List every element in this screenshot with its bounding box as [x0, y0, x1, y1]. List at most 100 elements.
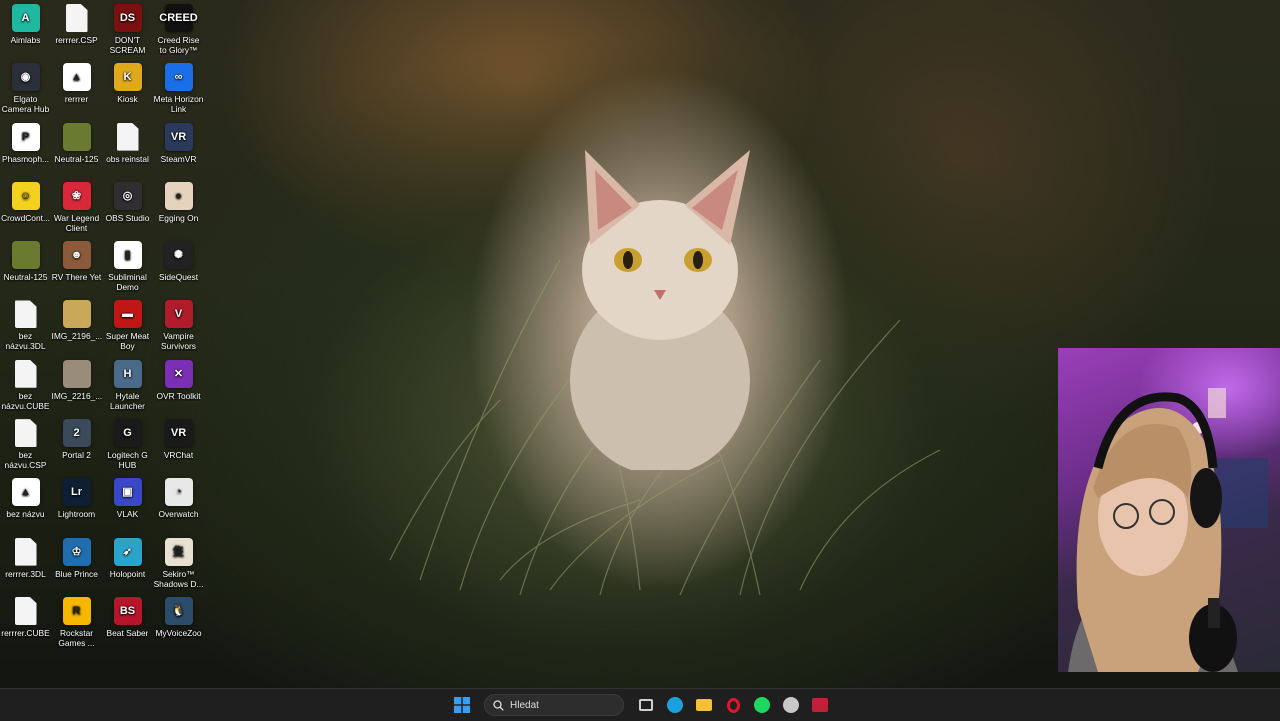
desktop-icon[interactable]: H Hytale Launcher	[102, 359, 153, 419]
desktop-icon[interactable]: ▲ bez názvu	[0, 478, 51, 537]
desktop-icon[interactable]: V Vampire Survivors	[153, 300, 204, 359]
desktop-icon-label: Neutral-125	[3, 272, 48, 283]
file-icon	[116, 122, 139, 151]
desktop-icon[interactable]: ▮ Subliminal Demo	[102, 241, 153, 300]
desktop-icon[interactable]: A Aimlabs	[0, 4, 51, 63]
desktop-icon[interactable]: ☺ CrowdCont...	[0, 181, 51, 241]
desktop-icon-grid: A Aimlabs rerrrer.CSP DS DON'T SCREAM CREED Cr…	[0, 4, 204, 656]
desktop-icon[interactable]: ◔ Overwatch	[153, 478, 204, 537]
desktop-icon[interactable]: P Phasmoph...	[0, 122, 51, 182]
desktop-icon[interactable]: ✺ SideQuest	[153, 241, 204, 300]
opera-icon[interactable]	[721, 693, 745, 717]
edge-icon[interactable]	[663, 693, 687, 717]
task-view-icon[interactable]	[634, 693, 658, 717]
app-icon: ♔	[62, 537, 91, 566]
desktop-icon[interactable]: Neutral-125	[51, 122, 102, 182]
app-icon: ▲	[62, 63, 91, 92]
desktop-icon[interactable]: ◉ Elgato Camera Hub	[0, 63, 51, 122]
desktop-icon[interactable]: R Rockstar Games ...	[51, 596, 102, 656]
desktop-icon[interactable]: DS DON'T SCREAM	[102, 4, 153, 63]
desktop-icon[interactable]: ☻ RV There Yet	[51, 241, 102, 300]
desktop-icon[interactable]: bez názvu.CUBE	[0, 359, 51, 419]
desktop-icon-label: Vampire Survivors	[161, 331, 196, 352]
desktop-icon[interactable]: bez názvu.3DL	[0, 300, 51, 359]
search-placeholder: Hledat	[510, 699, 539, 711]
desktop-icon-label: MyVoiceZoo	[155, 627, 202, 638]
desktop-icon[interactable]: 隻 Sekiro™ Shadows D...	[153, 537, 204, 597]
app-icon: ▮	[113, 241, 142, 270]
desktop-icon[interactable]: G Logitech G HUB	[102, 419, 153, 478]
desktop-icon-label: SideQuest	[158, 272, 199, 283]
app-icon: H	[113, 359, 142, 388]
desktop-icon[interactable]: ▲ rerrrer	[51, 63, 102, 122]
desktop-icon[interactable]: ▬ Super Meat Boy	[102, 300, 153, 359]
desktop-icon-label: Egging On	[158, 212, 199, 223]
app-icon[interactable]	[808, 693, 832, 717]
desktop-icon[interactable]: ✕ OVR Toolkit	[153, 359, 204, 419]
app-icon: ◔	[164, 478, 193, 507]
desktop-icon-label: Hytale Launcher	[110, 390, 145, 411]
desktop-icon-label: OBS Studio	[105, 212, 150, 223]
windows-start-icon[interactable]	[450, 693, 474, 717]
desktop-icon[interactable]: Lr Lightroom	[51, 478, 102, 537]
desktop-icon-label: Blue Prince	[55, 568, 98, 579]
desktop-icon-label: Subliminal Demo	[108, 272, 147, 293]
pinned-apps	[634, 693, 832, 717]
desktop-icon[interactable]: ▣ VLAK	[102, 478, 153, 537]
app-icon: ✕	[164, 359, 193, 388]
desktop-icon-label: Neutral-125	[54, 153, 99, 164]
desktop-icon[interactable]: rerrrer.CUBE	[0, 596, 51, 656]
file-icon	[14, 596, 37, 625]
desktop-icon[interactable]: K Kiosk	[102, 63, 153, 122]
desktop-icon-label: rerrrer	[64, 94, 89, 105]
desktop-icon[interactable]: bez názvu.CSP	[0, 419, 51, 478]
opera-icon-glyph	[726, 697, 740, 713]
desktop-icon[interactable]: CREED Creed Rise to Glory™	[153, 4, 204, 63]
steam-icon[interactable]	[779, 693, 803, 717]
desktop-icon[interactable]: ♔ Blue Prince	[51, 537, 102, 597]
desktop-icon-label: bez názvu.3DL	[5, 331, 46, 352]
app-icon	[62, 359, 91, 388]
file-icon	[14, 300, 37, 329]
desktop-icon[interactable]: rerrrer.CSP	[51, 4, 102, 63]
app-icon: CREED	[159, 4, 198, 32]
app-icon: ▬	[113, 300, 142, 329]
edge-icon-glyph	[667, 697, 683, 713]
desktop-icon[interactable]: ◎ OBS Studio	[102, 181, 153, 241]
streamer-figure	[1068, 388, 1268, 672]
desktop-icon-label: rerrrer.3DL	[5, 568, 46, 579]
desktop-icon[interactable]: 2 Portal 2	[51, 419, 102, 478]
desktop-icon-label: Logitech G HUB	[107, 450, 148, 471]
desktop-icon[interactable]: BS Beat Saber	[102, 596, 153, 656]
desktop-icon[interactable]: IMG_2196_...	[51, 300, 102, 359]
desktop-icon[interactable]: ● Egging On	[153, 181, 204, 241]
desktop-icon-label: Kiosk	[117, 94, 138, 105]
app-icon: 隻	[164, 537, 193, 566]
desktop-icon-label: Aimlabs	[10, 35, 41, 45]
search-box[interactable]: Hledat	[484, 694, 624, 716]
app-icon: A	[11, 4, 40, 32]
desktop-icon[interactable]: ❀ War Legend Client	[51, 181, 102, 241]
desktop-icon[interactable]: ➶ Holopoint	[102, 537, 153, 597]
desktop-icon-label: VRChat	[163, 450, 194, 461]
app-icon: ✺	[164, 241, 193, 270]
desktop-icon[interactable]: 🐧 MyVoiceZoo	[153, 596, 204, 656]
desktop-icon[interactable]: VR VRChat	[153, 419, 204, 478]
desktop-icon-label: Meta Horizon Link	[153, 94, 204, 115]
wallpaper-cat	[570, 150, 750, 470]
file-explorer-icon[interactable]	[692, 693, 716, 717]
desktop-icon[interactable]: ∞ Meta Horizon Link	[153, 63, 204, 122]
app-icon: R	[62, 596, 91, 625]
app-icon: 2	[62, 419, 91, 448]
desktop-icon[interactable]: Neutral-125	[0, 241, 51, 300]
desktop-icon[interactable]: IMG_2216_...	[51, 359, 102, 419]
desktop-icon-label: Holopoint	[109, 568, 146, 579]
desktop-icon-label: Beat Saber	[106, 627, 149, 638]
desktop-icon[interactable]: rerrrer.3DL	[0, 537, 51, 597]
desktop-icon[interactable]: obs reinstal	[102, 122, 153, 182]
desktop-icon[interactable]: VR SteamVR	[153, 122, 204, 182]
desktop-icon-label: CrowdCont...	[1, 212, 50, 223]
desktop-icon-label: SteamVR	[160, 153, 197, 164]
spotify-icon[interactable]	[750, 693, 774, 717]
desktop-icon-label: RV There Yet	[51, 272, 102, 283]
